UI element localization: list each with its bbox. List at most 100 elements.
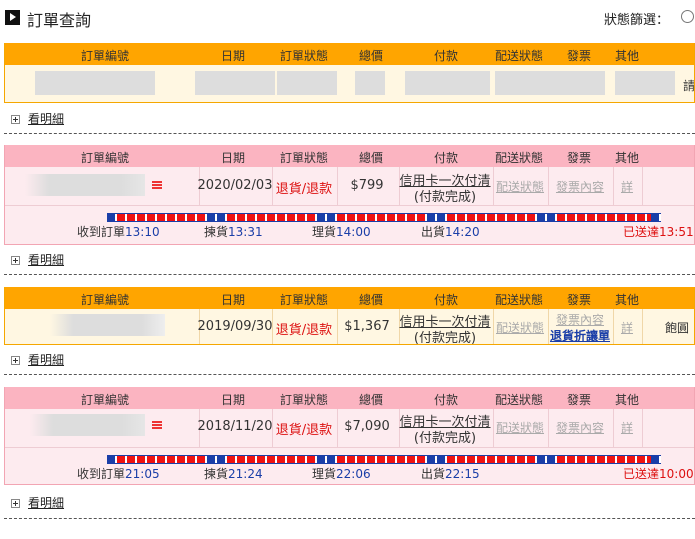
view-details-label: 看明細 [28, 112, 65, 126]
col-order-status: 訂單狀態 [279, 151, 329, 165]
order-total: $7,090 [344, 419, 390, 434]
col-payment: 付款 [433, 293, 459, 307]
col-date: 日期 [220, 293, 246, 307]
status-filter-label: 狀態篩選： [604, 13, 670, 28]
order-date: 2018/11/20 [197, 419, 273, 434]
view-details-label: 看明細 [28, 253, 65, 267]
shipping-status-link[interactable]: 配送狀態 [496, 319, 544, 336]
timeline-step-sorting: 理貨14:00 [312, 225, 371, 239]
invoice-content-link[interactable]: 發票內容 [556, 311, 604, 328]
col-invoice: 發票 [566, 393, 592, 407]
payment-status: (付款完成) [413, 190, 477, 205]
page-header: 訂單查詢 狀態篩選： [0, 0, 695, 36]
view-details-toggle[interactable]: 看明細 [11, 351, 64, 368]
view-details-toggle[interactable]: 看明細 [11, 110, 64, 127]
order-table-header: 訂單編號 日期 訂單狀態 總價 付款 配送狀態 發票 其他 [5, 145, 694, 167]
col-order-number: 訂單編號 [80, 49, 130, 63]
order-row: 2018/11/20 退貨/退款 $7,090 信用卡一次付清 (付款完成) 配… [5, 409, 694, 447]
menu-lines-icon [152, 421, 162, 429]
col-shipping: 配送狀態 [494, 293, 544, 307]
timeline-step-received: 收到訂單13:10 [77, 225, 160, 239]
timeline-step-sorting: 理貨22:06 [312, 467, 371, 481]
dashed-divider [4, 274, 695, 275]
order-date: 2019/09/30 [197, 319, 273, 334]
col-date: 日期 [220, 151, 246, 165]
status-filter-radio[interactable] [681, 10, 694, 23]
col-total: 總價 [358, 151, 384, 165]
order-total: $1,367 [344, 319, 390, 334]
dashed-divider [4, 374, 695, 375]
col-date: 日期 [220, 49, 246, 63]
dashed-divider [4, 518, 695, 519]
order-row: 2019/09/30 退貨/退款 $1,367 信用卡一次付清 (付款完成) 配… [5, 309, 694, 345]
col-order-status: 訂單狀態 [279, 393, 329, 407]
delivery-timeline: 收到訂單13:10 揀貨13:31 理貨14:00 出貨14:20 已送達13:… [5, 205, 694, 244]
invoice-content-link[interactable]: 發票內容 [556, 419, 604, 436]
col-total: 總價 [358, 393, 384, 407]
order-status: 退貨/退款 [275, 323, 333, 338]
return-allowance-link[interactable]: 退貨折讓單 [550, 327, 610, 344]
expand-plus-icon [11, 499, 20, 508]
details-link[interactable]: 詳 [621, 319, 633, 336]
col-order-number: 訂單編號 [80, 393, 130, 407]
timeline-step-delivered: 已送達13:51 [623, 225, 694, 239]
col-payment: 付款 [433, 393, 459, 407]
view-details-toggle[interactable]: 看明細 [11, 494, 64, 511]
col-order-number: 訂單編號 [80, 151, 130, 165]
invoice-content-link[interactable]: 發票內容 [556, 178, 604, 195]
timeline-step-shipped: 出貨22:15 [421, 467, 480, 481]
redacted-date [195, 71, 275, 95]
timeline-bar [107, 455, 661, 464]
col-total: 總價 [358, 49, 384, 63]
col-order-number: 訂單編號 [80, 293, 130, 307]
order-card: 訂單編號 日期 訂單狀態 總價 付款 配送狀態 發票 其他 2020/02/03… [4, 145, 695, 245]
timeline-step-shipped: 出貨14:20 [421, 225, 480, 239]
view-details-toggle[interactable]: 看明細 [11, 251, 64, 268]
dashed-divider [4, 133, 695, 134]
col-date: 日期 [220, 393, 246, 407]
order-row: 2020/02/03 退貨/退款 $799 信用卡一次付清 (付款完成) 配送狀… [5, 167, 694, 205]
col-order-status: 訂單狀態 [279, 49, 329, 63]
order-status: 退貨/退款 [275, 182, 333, 197]
timeline-step-picking: 揀貨21:24 [204, 467, 263, 481]
redacted-order-number [25, 174, 145, 196]
order-table-header: 訂單編號 日期 訂單狀態 總價 付款 配送狀態 發票 其他 [5, 287, 694, 309]
timeline-step-delivered: 已送達10:00 [623, 467, 694, 481]
col-other: 其他 [614, 293, 640, 307]
col-shipping: 配送狀態 [494, 49, 544, 63]
menu-lines-icon [152, 181, 162, 189]
col-total: 總價 [358, 293, 384, 307]
col-invoice: 發票 [566, 293, 592, 307]
order-card: 訂單編號 日期 訂單狀態 總價 付款 配送狀態 發票 其他 請 [4, 43, 695, 103]
shipping-status-link[interactable]: 配送狀態 [496, 419, 544, 436]
details-link[interactable]: 詳 [621, 178, 633, 195]
redacted-payment [405, 71, 490, 95]
redacted-total [355, 71, 385, 95]
order-status: 退貨/退款 [275, 423, 333, 438]
redacted-order-number [35, 71, 155, 95]
order-total: $799 [350, 178, 384, 193]
payment-status: (付款完成) [413, 331, 477, 345]
col-other: 其他 [614, 151, 640, 165]
order-date: 2020/02/03 [197, 178, 273, 193]
order-row: 請 [5, 65, 695, 102]
shipping-status-link[interactable]: 配送狀態 [496, 178, 544, 195]
timeline-step-picking: 揀貨13:31 [204, 225, 263, 239]
col-shipping: 配送狀態 [494, 393, 544, 407]
col-invoice: 發票 [566, 49, 592, 63]
details-link[interactable]: 詳 [621, 419, 633, 436]
delivery-timeline: 收到訂單21:05 揀貨21:24 理貨22:06 出貨22:15 已送達10:… [5, 447, 694, 484]
view-details-label: 看明細 [28, 496, 65, 510]
timeline-step-received: 收到訂單21:05 [77, 467, 160, 481]
col-payment: 付款 [433, 49, 459, 63]
redacted-other [615, 71, 675, 95]
redacted-status [277, 71, 337, 95]
expand-plus-icon [11, 115, 20, 124]
payment-status: (付款完成) [413, 431, 477, 446]
page-title: 訂單查詢 [27, 11, 92, 30]
expand-plus-icon [11, 256, 20, 265]
col-payment: 付款 [433, 151, 459, 165]
truncated-text: 請 [682, 79, 695, 93]
view-details-label: 看明細 [28, 353, 65, 367]
timeline-bar [107, 213, 661, 222]
